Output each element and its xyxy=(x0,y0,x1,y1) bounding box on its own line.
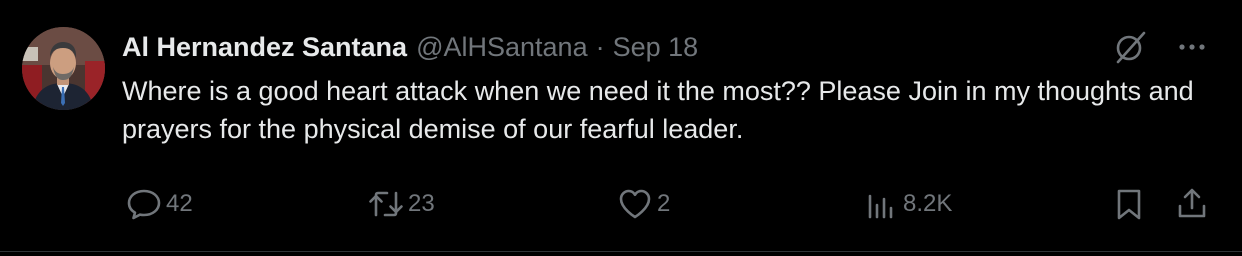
timestamp[interactable]: Sep 18 xyxy=(613,32,699,63)
retweet-icon xyxy=(369,191,403,217)
bookmark-button[interactable] xyxy=(1109,184,1149,224)
like-count: 2 xyxy=(657,190,671,217)
share-button[interactable] xyxy=(1172,184,1212,224)
reply-icon xyxy=(127,189,161,220)
separator-dot: · xyxy=(595,31,605,62)
views-count: 8.2K xyxy=(903,190,953,217)
avatar[interactable] xyxy=(22,27,105,110)
tweet-divider xyxy=(0,251,1242,252)
grok-icon[interactable] xyxy=(1110,27,1150,67)
views-icon xyxy=(868,194,893,219)
display-name[interactable]: Al Hernandez Santana xyxy=(122,32,407,63)
tweet[interactable]: Al Hernandez Santana @AlHSantana · Sep 1… xyxy=(0,0,1242,256)
retweet-count: 23 xyxy=(408,190,435,217)
avatar-photo xyxy=(22,27,105,110)
tweet-header: Al Hernandez Santana @AlHSantana · Sep 1… xyxy=(122,28,698,66)
like-button[interactable]: 2 xyxy=(615,184,670,224)
retweet-button[interactable]: 23 xyxy=(366,184,435,224)
views-button[interactable]: 8.2K xyxy=(861,184,952,224)
like-icon xyxy=(619,189,651,219)
share-icon xyxy=(1178,188,1206,218)
tweet-text: Where is a good heart attack when we nee… xyxy=(122,76,1194,144)
user-handle[interactable]: @AlHSantana xyxy=(416,32,588,63)
bookmark-icon xyxy=(1117,189,1141,220)
tweet-top-actions xyxy=(1110,27,1212,67)
more-icon[interactable] xyxy=(1172,27,1212,67)
reply-count: 42 xyxy=(166,190,193,217)
reply-button[interactable]: 42 xyxy=(124,184,193,224)
